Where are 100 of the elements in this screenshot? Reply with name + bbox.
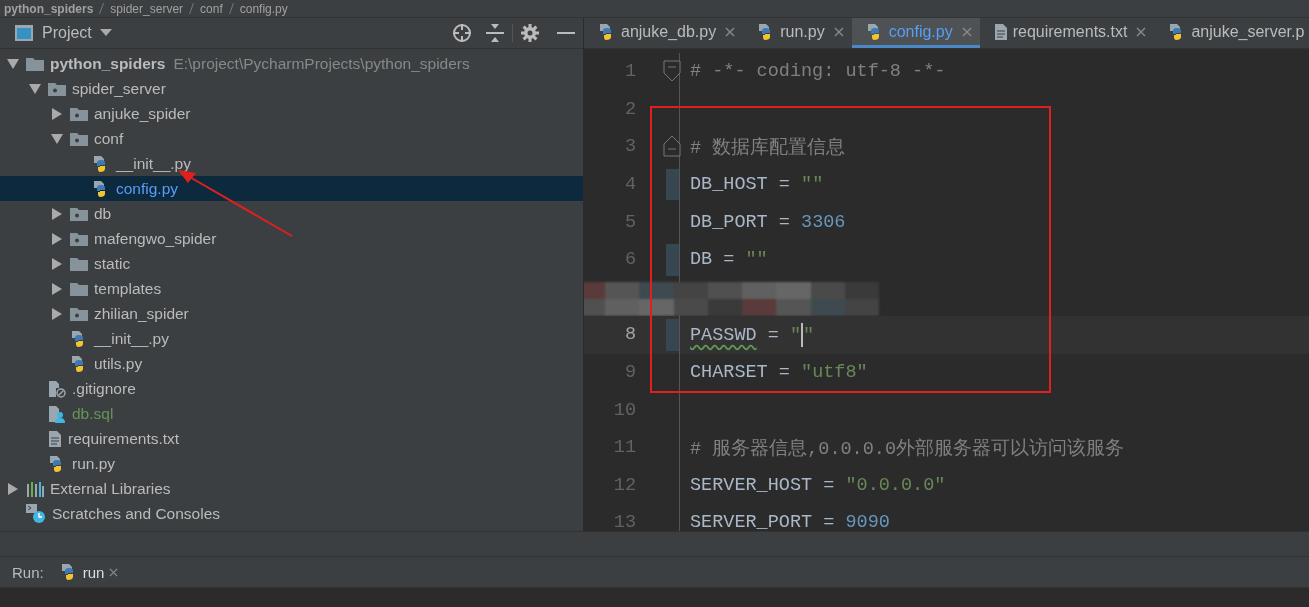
breadcrumb[interactable]: python_spiders — [4, 1, 94, 16]
tree-item[interactable]: External Libraries — [0, 476, 583, 501]
package-folder-icon — [70, 231, 88, 246]
text-file-icon — [993, 22, 1008, 41]
tree-item-label: static — [94, 254, 131, 273]
close-icon[interactable] — [833, 26, 844, 37]
close-icon[interactable] — [725, 26, 736, 37]
tree-item-label: run.py — [72, 454, 116, 473]
breadcrumb[interactable]: conf — [200, 1, 223, 16]
collapse-all-icon[interactable] — [486, 23, 504, 43]
line-number: 13 — [612, 512, 636, 531]
line-number: 11 — [612, 437, 636, 459]
breadcrumb-separator-icon — [189, 3, 195, 14]
tree-item-label: Scratches and Consoles — [52, 504, 220, 523]
tree-item-label: conf — [94, 129, 124, 148]
line-number: 6 — [623, 249, 636, 271]
tree-item-label: python_spiders — [50, 54, 166, 73]
tree-item[interactable]: mafengwo_spider — [0, 226, 583, 251]
editor-tab[interactable]: run.py — [743, 18, 852, 48]
package-folder-icon — [70, 206, 88, 221]
code-line: SERVER_HOST = "0.0.0.0" — [689, 474, 946, 496]
tree-item[interactable]: utils.py — [0, 351, 583, 376]
close-icon[interactable] — [1136, 26, 1147, 37]
expanded-arrow-icon[interactable] — [29, 83, 41, 94]
tree-item[interactable]: config.py — [0, 176, 583, 201]
tree-item[interactable]: python_spiders E:\project\PycharmProjects\python_spiders — [0, 51, 583, 76]
fold-start-icon[interactable] — [663, 60, 681, 82]
tree-item[interactable]: db — [0, 201, 583, 226]
fold-end-icon[interactable] — [663, 135, 681, 158]
line-number: 8 — [623, 324, 636, 346]
tree-item-label: External Libraries — [50, 479, 171, 498]
line-number: 5 — [623, 211, 636, 233]
tree-item[interactable]: __init__.py — [0, 151, 583, 176]
text-file-icon — [48, 429, 62, 448]
run-tab[interactable]: run — [59, 563, 119, 581]
line-number: 10 — [612, 399, 636, 421]
dropdown-caret-icon[interactable] — [99, 29, 112, 37]
tree-item-label: .gitignore — [72, 379, 136, 398]
panel-title[interactable]: Project — [42, 24, 92, 42]
package-folder-icon — [70, 306, 88, 321]
collapsed-arrow-icon[interactable] — [52, 307, 62, 320]
tree-item[interactable]: zhilian_spider — [0, 301, 583, 326]
folder-icon — [70, 256, 88, 271]
line-number: 12 — [612, 474, 636, 496]
folder-icon — [26, 56, 44, 71]
tree-item[interactable]: run.py — [0, 451, 583, 476]
libraries-icon — [26, 480, 44, 497]
project-view-icon — [14, 24, 34, 42]
tree-item[interactable]: Scratches and Consoles — [0, 501, 583, 526]
tree-item[interactable]: __init__.py — [0, 326, 583, 351]
run-label: Run: — [12, 563, 44, 581]
breadcrumb[interactable]: spider_server — [110, 1, 184, 16]
expanded-arrow-icon[interactable] — [51, 133, 63, 144]
tree-item[interactable]: anjuke_spider — [0, 101, 583, 126]
code-line: # 数据库配置信息 — [689, 136, 846, 160]
tree-item-label: anjuke_spider — [94, 104, 191, 123]
tree-item[interactable]: requirements.txt — [0, 426, 583, 451]
package-folder-icon — [48, 81, 66, 96]
tree-item-label: spider_server — [72, 79, 166, 98]
tree-item[interactable]: conf — [0, 126, 583, 151]
breadcrumb-separator-icon — [99, 3, 105, 14]
breadcrumb[interactable]: config.py — [239, 1, 288, 16]
code-line: DB_HOST = "" — [689, 174, 824, 196]
locate-target-icon[interactable] — [452, 23, 472, 43]
collapsed-arrow-icon[interactable] — [52, 207, 62, 220]
code-line: SERVER_PORT = 9090 — [689, 512, 890, 531]
scratches-icon — [26, 503, 46, 524]
tree-item[interactable]: spider_server — [0, 76, 583, 101]
tree-item-label: zhilian_spider — [94, 304, 189, 323]
minimize-icon[interactable] — [557, 31, 575, 35]
editor-tab[interactable]: requirements.txt — [979, 18, 1155, 48]
folder-icon — [70, 281, 88, 296]
line-number: 9 — [623, 362, 636, 384]
collapsed-arrow-icon[interactable] — [52, 107, 62, 120]
tree-item[interactable]: static — [0, 251, 583, 276]
collapsed-arrow-icon[interactable] — [52, 232, 62, 245]
tree-item-label: db — [94, 204, 112, 223]
collapsed-arrow-icon[interactable] — [52, 257, 62, 270]
close-icon[interactable] — [109, 567, 119, 577]
line-number: 4 — [623, 174, 636, 196]
tree-item[interactable]: db.sql — [0, 401, 583, 426]
tree-item-label: requirements.txt — [68, 429, 180, 448]
code-line: DB = "" — [689, 249, 768, 271]
settings-icon[interactable] — [521, 24, 539, 42]
tree-item-label: db.sql — [72, 404, 114, 423]
tree-item[interactable]: templates — [0, 276, 583, 301]
database-file-icon — [48, 404, 66, 423]
code-line: # -*- coding: utf-8 -*- — [689, 61, 946, 83]
collapsed-arrow-icon[interactable] — [8, 482, 18, 495]
editor-tab[interactable]: anjuke_db.py — [584, 18, 744, 48]
tree-item-label: templates — [94, 279, 162, 298]
editor-tab[interactable]: config.py — [851, 18, 980, 48]
project-path: E:\project\PycharmProjects\python_spiders — [173, 54, 470, 73]
expanded-arrow-icon[interactable] — [7, 58, 19, 69]
collapsed-arrow-icon[interactable] — [52, 282, 62, 295]
code-line: DB_PORT = 3306 — [689, 211, 846, 233]
editor-tab[interactable]: anjuke_server.p — [1154, 18, 1309, 48]
line-number: 2 — [623, 98, 636, 120]
line-number: 1 — [623, 61, 636, 83]
tree-item[interactable]: .gitignore — [0, 376, 583, 401]
